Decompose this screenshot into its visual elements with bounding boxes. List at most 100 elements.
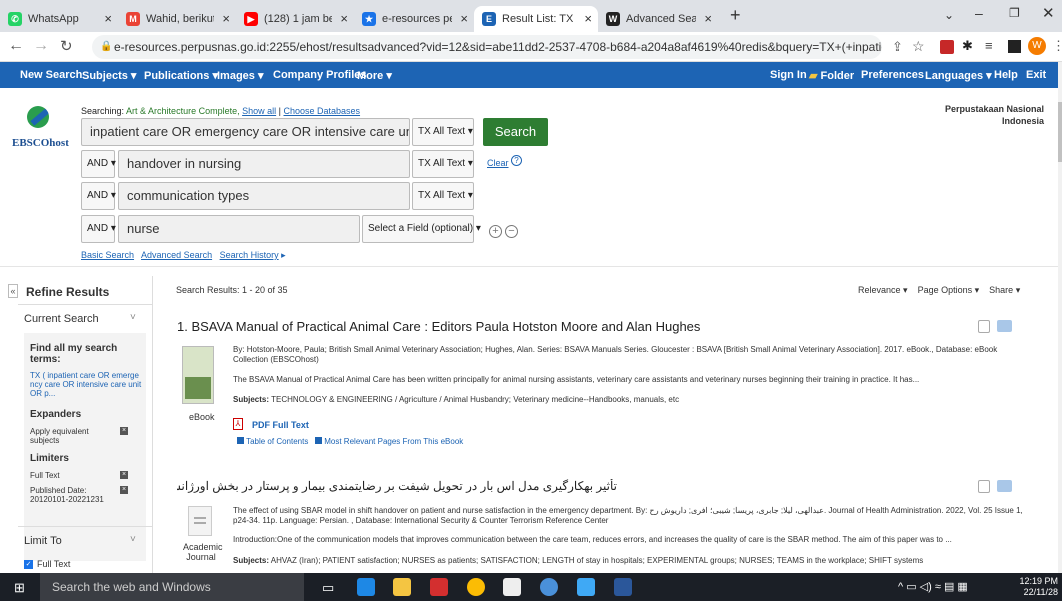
languages-menu[interactable]: Languages ▾ (925, 69, 992, 82)
add-to-folder-icon[interactable] (997, 320, 1012, 332)
acrobat-icon[interactable] (430, 578, 448, 596)
new-search-link[interactable]: New Search (20, 69, 82, 81)
store-icon[interactable] (503, 578, 521, 596)
close-icon[interactable]: × (584, 11, 592, 26)
tab-eresources[interactable]: ★ e-resources perpustal × (354, 6, 474, 32)
minimize-icon[interactable]: – (975, 5, 983, 21)
advanced-search-link[interactable]: Advanced Search (141, 250, 212, 260)
forward-icon[interactable]: → (33, 37, 49, 55)
sidepanel-icon[interactable] (1008, 40, 1021, 53)
basic-search-link[interactable]: Basic Search (81, 250, 134, 260)
company-profiles-link[interactable]: Company Profiles (273, 69, 367, 81)
media-icon[interactable]: ≡ (985, 38, 993, 53)
chevron-down-icon[interactable]: ⌄ (944, 8, 954, 22)
help-icon[interactable]: ? (511, 155, 522, 166)
file-explorer-icon[interactable] (393, 578, 411, 596)
collapse-sidebar-icon[interactable]: « (8, 284, 18, 298)
field-select-2[interactable]: TX All Text ▾ (412, 150, 474, 178)
tab-whatsapp[interactable]: ✆ WhatsApp × (0, 6, 118, 32)
images-menu[interactable]: Images ▾ (217, 69, 264, 82)
app-icon[interactable] (540, 578, 558, 596)
back-icon[interactable]: ← (8, 37, 24, 55)
search-history-link[interactable]: Search History (220, 250, 279, 260)
field-select-4[interactable]: Select a Field (optional) ▾ (362, 215, 481, 243)
new-tab-icon[interactable]: + (730, 5, 741, 26)
window-close-icon[interactable]: ✕ (1042, 4, 1055, 22)
reload-icon[interactable]: ↻ (60, 37, 73, 55)
task-view-icon[interactable]: ▭ (322, 580, 334, 596)
photos-icon[interactable] (577, 578, 595, 596)
search-input-1[interactable]: inpatient care OR emergency care OR inte… (81, 118, 410, 146)
clear-link[interactable]: Clear (487, 158, 509, 168)
subjects-menu[interactable]: Subjects ▾ (82, 69, 136, 82)
word-icon[interactable] (614, 578, 632, 596)
result-title[interactable]: 1. BSAVA Manual of Practical Animal Care… (177, 319, 917, 334)
bookmark-star-icon[interactable]: ☆ (912, 38, 925, 55)
result-title[interactable]: تأثير بهکارگیری مدل اس بار در تحویل شیفت… (177, 479, 617, 493)
remove-icon[interactable]: × (120, 486, 128, 494)
current-query-link[interactable]: TX ( inpatient care OR emergency care OR… (30, 371, 142, 398)
close-icon[interactable]: × (704, 11, 712, 26)
search-button[interactable]: Search (483, 118, 548, 146)
chevron-down-icon[interactable]: ˅ (130, 312, 136, 323)
limit-to-heading[interactable]: Limit To (24, 535, 62, 547)
preview-icon[interactable] (978, 480, 990, 493)
choose-databases-link[interactable]: Choose Databases (283, 106, 360, 116)
preferences-link[interactable]: Preferences (861, 69, 924, 81)
preview-icon[interactable] (978, 320, 990, 333)
pdf-full-text-link[interactable]: PDF Full Text (252, 420, 309, 430)
tab-result-list[interactable]: E Result List: TX ( inpatic × (474, 6, 598, 32)
clock[interactable]: 12:19 PM 22/11/28 (1018, 576, 1058, 598)
edge-icon[interactable] (357, 578, 375, 596)
show-all-link[interactable]: Show all (242, 106, 276, 116)
page-options-menu[interactable]: Page Options ▾ (918, 285, 980, 295)
sign-in-link[interactable]: Sign In (770, 69, 807, 81)
current-search-heading[interactable]: Current Search (24, 313, 99, 325)
share-menu[interactable]: Share ▾ (989, 285, 1020, 295)
bool-select-4[interactable]: AND ▾ (81, 215, 116, 243)
field-select-1[interactable]: TX All Text ▾ (412, 118, 474, 146)
book-cover-image[interactable] (182, 346, 214, 404)
exit-link[interactable]: Exit (1026, 69, 1046, 81)
search-input-4[interactable]: nurse (118, 215, 360, 243)
search-input-3[interactable]: communication types (118, 182, 410, 210)
share-icon[interactable]: ⇪ (892, 39, 903, 55)
scrollbar[interactable] (1058, 62, 1062, 573)
add-to-folder-icon[interactable] (997, 480, 1012, 492)
profile-avatar[interactable]: W (1028, 37, 1046, 55)
close-icon[interactable]: × (104, 11, 112, 26)
url-bar[interactable]: 🔒 e-resources.perpusnas.go.id:2255/ehost… (92, 35, 882, 59)
chevron-down-icon[interactable]: ˅ (130, 534, 136, 545)
folder-link[interactable]: ▰ Folder (809, 69, 854, 82)
bool-select-2[interactable]: AND ▾ (81, 150, 116, 178)
publications-menu[interactable]: Publications ▾ (144, 69, 218, 82)
more-menu[interactable]: More ▾ (357, 69, 392, 82)
tray-icons[interactable]: ^ ▭ ◁) ≈ ▤ ▦ (898, 580, 968, 593)
extension-icon[interactable] (940, 40, 954, 54)
search-input-2[interactable]: handover in nursing (118, 150, 410, 178)
windows-start-icon[interactable]: ⊞ (14, 580, 25, 596)
help-link[interactable]: Help (994, 69, 1018, 81)
chrome-icon[interactable] (467, 578, 485, 596)
puzzle-icon[interactable]: ✱ (962, 38, 973, 54)
tab-gmail[interactable]: M Wahid, berikut reka × (118, 6, 236, 32)
close-icon[interactable]: × (460, 11, 468, 26)
tab-youtube[interactable]: ▶ (128) 1 jam belaja × (236, 6, 354, 32)
remove-row-icon[interactable]: − (505, 225, 518, 238)
table-of-contents-link[interactable]: Table of Contents (246, 437, 308, 446)
field-select-3[interactable]: TX All Text ▾ (412, 182, 474, 210)
add-row-icon[interactable]: + (489, 225, 502, 238)
tab-advanced-search[interactable]: W Advanced Search - W × (598, 6, 718, 32)
most-relevant-pages-link[interactable]: Most Relevant Pages From This eBook (324, 437, 463, 446)
bool-select-3[interactable]: AND ▾ (81, 182, 116, 210)
full-text-checkbox[interactable]: ✓ (24, 560, 33, 569)
restore-icon[interactable]: ❐ (1009, 6, 1020, 20)
menu-icon[interactable]: ⋮ (1052, 38, 1062, 54)
close-icon[interactable]: × (340, 11, 348, 26)
remove-icon[interactable]: × (120, 471, 128, 479)
bool-label: AND (87, 158, 109, 169)
taskbar-search[interactable]: Search the web and Windows (40, 573, 304, 601)
relevance-sort[interactable]: Relevance ▾ (858, 285, 908, 295)
close-icon[interactable]: × (222, 11, 230, 26)
remove-icon[interactable]: × (120, 427, 128, 435)
